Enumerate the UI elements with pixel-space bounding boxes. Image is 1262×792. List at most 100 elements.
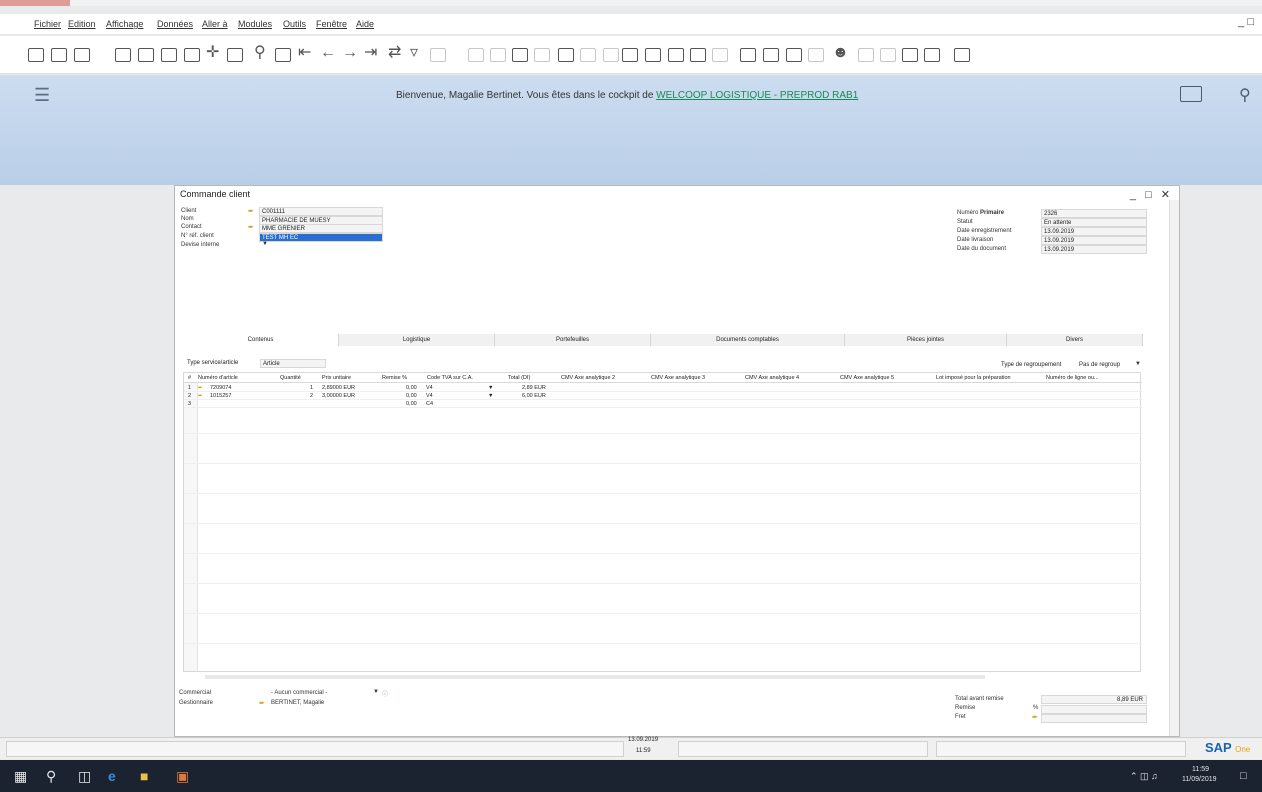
form-settings-icon[interactable] — [645, 48, 661, 62]
notification-icon[interactable]: □ — [1240, 770, 1247, 782]
menu-affichage[interactable]: Affichage — [106, 19, 143, 29]
menu-modules[interactable]: Modules — [238, 19, 272, 29]
email-icon[interactable] — [74, 48, 90, 62]
link-arrow-icon[interactable]: ➨ — [259, 699, 265, 707]
link-arrow-icon[interactable]: ➨ — [248, 223, 254, 231]
vat-code-cell[interactable]: V4 — [426, 393, 433, 399]
owner-field[interactable]: BERTINET, Magalie — [271, 700, 324, 706]
table-row[interactable]: 1 ➨ 7209074 1 2,89000 EUR 0,00 V4 ▼ 2,89… — [184, 384, 1142, 392]
alerts-icon[interactable] — [712, 48, 728, 62]
service-type-field[interactable]: Article — [260, 359, 326, 368]
article-cell[interactable]: 1015257 — [210, 393, 231, 399]
excel-export-icon[interactable] — [138, 48, 154, 62]
menu-fenetre[interactable]: Fenêtre — [316, 19, 347, 29]
unit-price-cell[interactable]: 2,89000 EUR — [322, 385, 355, 391]
edit-icon[interactable] — [622, 48, 638, 62]
col-lot[interactable]: Lot imposé pour la préparation — [936, 375, 1011, 381]
chevron-down-icon[interactable]: ▼ — [373, 689, 379, 695]
sap-app-icon[interactable]: ▣ — [176, 768, 189, 785]
document-date-field[interactable]: 13.09.2019 — [1041, 245, 1147, 254]
sales-employee-select[interactable]: - Aucun commercial - — [271, 690, 327, 696]
target-document-icon[interactable] — [490, 48, 506, 62]
volume-weight-icon[interactable] — [580, 48, 596, 62]
chevron-down-icon[interactable]: ▼ — [488, 393, 493, 399]
article-cell[interactable]: 7209074 — [210, 385, 231, 391]
menu-donnees[interactable]: Données — [157, 19, 193, 29]
discount-cell[interactable]: 0,00 — [406, 385, 417, 391]
transaction-journal-icon[interactable] — [534, 48, 550, 62]
help-icon[interactable] — [954, 48, 970, 62]
chevron-down-icon[interactable]: ▼ — [262, 241, 268, 247]
next-record-icon[interactable]: → — [342, 45, 358, 61]
clock-time[interactable]: 11:59 — [1192, 766, 1209, 773]
import-icon[interactable] — [924, 48, 940, 62]
sort-icon[interactable] — [430, 48, 446, 62]
search-icon[interactable]: ⚲ — [46, 768, 56, 785]
drag-relate-icon[interactable] — [880, 48, 896, 62]
window-controls[interactable]: _ □ — [1238, 16, 1254, 28]
col-cmv-3[interactable]: CMV Axe analytique 3 — [651, 375, 705, 381]
table-row[interactable]: 3 0,00 C4 — [184, 400, 1142, 408]
info-icon[interactable]: ⓘ — [382, 689, 388, 698]
word-export-icon[interactable] — [161, 48, 177, 62]
tray-icons[interactable]: ⌃ ◫ ♫ — [1130, 771, 1158, 782]
numbering-series[interactable]: Primaire — [980, 210, 1004, 216]
gross-profit-icon[interactable] — [512, 48, 528, 62]
tab-contenus[interactable]: Contenus — [183, 334, 339, 346]
last-record-icon[interactable]: ⇥ — [364, 45, 377, 61]
document-number-field[interactable]: 2326 — [1041, 209, 1147, 218]
grouping-type-select[interactable]: Pas de regroup — [1079, 362, 1120, 368]
clock-date[interactable]: 11/09/2019 — [1182, 776, 1217, 783]
menu-aller-a[interactable]: Aller à — [202, 19, 228, 29]
discount-percent-field[interactable] — [1041, 705, 1147, 714]
quantity-cell[interactable]: 2 — [310, 393, 313, 399]
col-vat-code[interactable]: Code TVA sur C.A. — [427, 375, 473, 381]
org-chart-icon[interactable] — [808, 48, 824, 62]
col-total[interactable]: Total (DI) — [508, 375, 530, 381]
window-controls[interactable]: _ □ ✕ — [1130, 188, 1173, 201]
payment-means-icon[interactable] — [558, 48, 574, 62]
chevron-down-icon[interactable]: ▼ — [1135, 361, 1141, 367]
find-icon[interactable]: ⚲ — [254, 45, 266, 61]
col-quantity[interactable]: Quantité — [280, 375, 301, 381]
new-document-icon[interactable] — [28, 48, 44, 62]
delivery-date-field[interactable]: 13.09.2019 — [1041, 236, 1147, 245]
horizontal-scrollbar[interactable] — [205, 675, 985, 679]
previous-record-icon[interactable]: ← — [320, 45, 336, 61]
file-explorer-icon[interactable]: ■ — [140, 768, 148, 784]
link-arrow-icon[interactable]: ➨ — [198, 385, 203, 391]
total-cell[interactable]: 6,00 EUR — [522, 393, 546, 399]
discount-cell[interactable]: 0,00 — [406, 401, 417, 407]
contact-field[interactable]: MME GRENIER — [259, 224, 383, 233]
first-record-icon[interactable]: ⇤ — [298, 45, 311, 61]
tab-logistique[interactable]: Logistique — [339, 334, 495, 346]
reports-icon[interactable] — [740, 48, 756, 62]
link-arrow-icon[interactable]: ➨ — [248, 207, 254, 215]
freight-field[interactable] — [1041, 714, 1147, 723]
pdf-export-icon[interactable] — [184, 48, 200, 62]
link-arrow-icon[interactable]: ➨ — [1032, 713, 1038, 721]
windows-start-icon[interactable]: ▦ — [14, 768, 27, 785]
col-cmv-5[interactable]: CMV Axe analytique 5 — [840, 375, 894, 381]
unit-price-cell[interactable]: 3,00000 EUR — [322, 393, 355, 399]
col-unit-price[interactable]: Prix unitaire — [322, 375, 351, 381]
search-icon[interactable]: ⚲ — [1239, 85, 1251, 105]
posting-date-field[interactable]: 13.09.2019 — [1041, 227, 1147, 236]
query-icon[interactable] — [668, 48, 684, 62]
col-cmv-4[interactable]: CMV Axe analytique 4 — [745, 375, 799, 381]
add-icon[interactable]: ✛ — [206, 45, 219, 61]
col-article[interactable]: Numéro d'article — [198, 375, 238, 381]
col-cmv-2[interactable]: CMV Axe analytique 2 — [561, 375, 615, 381]
base-document-icon[interactable] — [468, 48, 484, 62]
tab-portefeuilles[interactable]: Portefeuilles — [495, 334, 651, 346]
folder-icon[interactable] — [1180, 86, 1202, 102]
client-field[interactable]: C001111 — [259, 207, 383, 216]
col-line-number[interactable]: Numéro de ligne ou... — [1046, 375, 1099, 381]
settings-form-icon[interactable] — [227, 48, 243, 62]
edge-browser-icon[interactable]: e — [108, 768, 116, 784]
menu-outils[interactable]: Outils — [283, 19, 306, 29]
tab-pieces-jointes[interactable]: Pièces jointes — [845, 334, 1007, 346]
menu-aide[interactable]: Aide — [356, 19, 374, 29]
quantity-cell[interactable]: 1 — [310, 385, 313, 391]
print-icon[interactable] — [51, 48, 67, 62]
